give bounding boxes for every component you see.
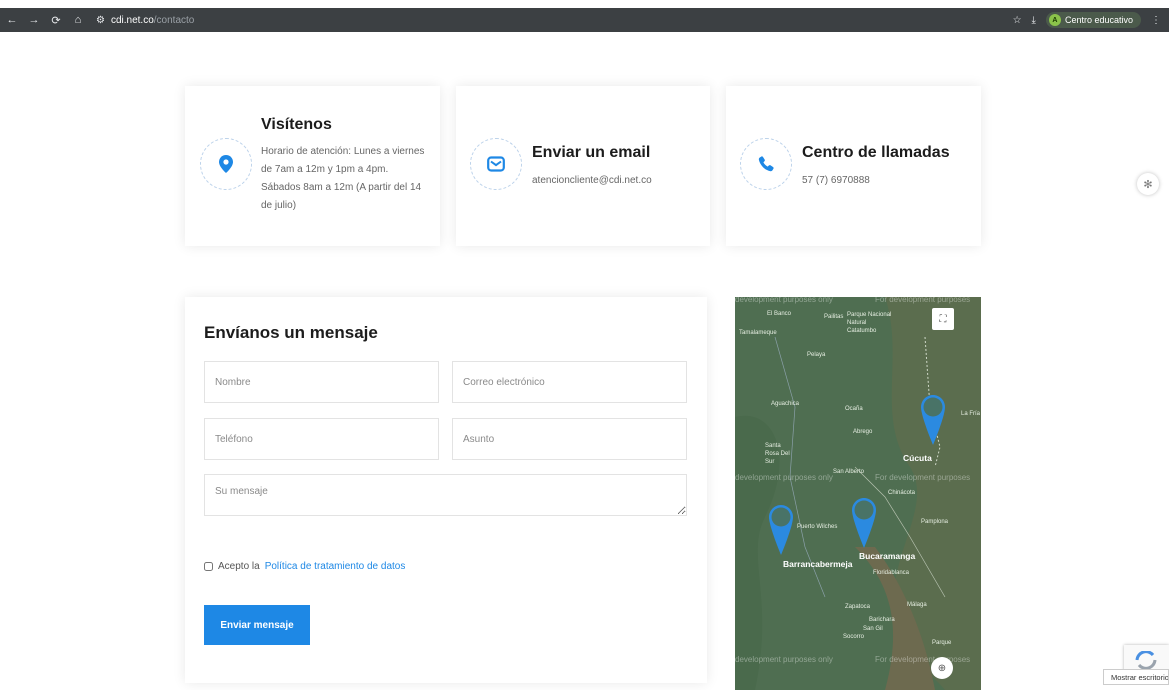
location-pin-icon	[200, 138, 252, 190]
map-label: Aguachica	[771, 401, 800, 407]
visit-hours-line-3: Sábados 8am a 12m (A partir del 14	[261, 182, 422, 193]
map-label: Pamplona	[921, 519, 949, 525]
map-label: Socorro	[843, 634, 865, 640]
map-label: Floridablanca	[873, 570, 910, 576]
map-label: Zapatoca	[845, 604, 871, 610]
avatar: A	[1048, 14, 1061, 26]
map-label: Puerto Wilches	[797, 524, 838, 530]
subject-input[interactable]	[452, 418, 687, 460]
map-watermark-3: development purposes only	[735, 473, 833, 482]
show-desktop-tooltip: Mostrar escritorio	[1103, 669, 1169, 685]
map-pin-bucaramanga[interactable]	[851, 497, 877, 549]
city-label-bucaramanga: Bucaramanga	[859, 551, 916, 561]
map-label: Chinácota	[888, 490, 916, 496]
reload-icon[interactable]: ⟳	[50, 14, 62, 27]
location-button[interactable]: ⊕	[931, 657, 953, 679]
map-label: Pelaya	[807, 352, 826, 358]
fullscreen-icon: ⛶	[939, 313, 947, 325]
visit-hours-line-1: Horario de atención: Lunes a viernes	[261, 146, 425, 157]
map-label: Parque Nacional Natural Catatumbo	[847, 312, 892, 334]
bookmark-star-icon[interactable]: ☆	[1013, 15, 1022, 26]
map-watermark-6: For development purposes	[875, 655, 971, 664]
map-label: La Fría	[961, 411, 981, 417]
map-watermark-2: For development purposes	[875, 297, 971, 304]
accept-policy: Acepto la Política de tratamiento de dat…	[204, 561, 405, 572]
address-bar[interactable]: ⚙ cdi.net.co/contacto	[96, 15, 194, 26]
map-label: Santa Rosa Del Sur	[765, 443, 790, 465]
map-label: Málaga	[907, 602, 927, 608]
back-icon[interactable]: ←	[6, 14, 18, 26]
crosshair-icon: ⊕	[937, 662, 947, 674]
accept-checkbox[interactable]	[204, 562, 213, 571]
message-textarea[interactable]	[204, 474, 687, 516]
fullscreen-button[interactable]: ⛶	[932, 308, 954, 330]
menu-kebab-icon[interactable]: ⋮	[1151, 15, 1161, 26]
map-label: Barichara	[869, 617, 895, 623]
visit-title: Visítenos	[261, 116, 332, 133]
map[interactable]: development purposes only For developmen…	[735, 297, 981, 690]
map-label: Ocaña	[845, 406, 863, 412]
accessibility-button[interactable]: ✻	[1137, 173, 1159, 195]
url-path: /contacto	[153, 14, 195, 26]
form-title: Envíanos un mensaje	[204, 323, 378, 342]
recaptcha-icon	[1135, 651, 1157, 669]
map-label: San Gil	[863, 626, 883, 632]
phone-icon	[740, 138, 792, 190]
profile-name: Centro educativo	[1064, 15, 1133, 25]
url-host: cdi.net.co	[110, 14, 154, 26]
submit-button[interactable]: Enviar mensaje	[204, 605, 310, 645]
accept-text: Acepto la	[218, 561, 260, 572]
visit-card: Visítenos Horario de atención: Lunes a v…	[185, 86, 440, 246]
phone-card: Centro de llamadas 57 (7) 6970888	[726, 86, 981, 246]
map-watermark-1: development purposes only	[735, 297, 833, 304]
phone-number[interactable]: 57 (7) 6970888	[802, 172, 870, 190]
browser-nav: ← → ⟳ ⌂	[0, 14, 84, 27]
asterisk-icon: ✻	[1143, 178, 1153, 191]
email-input[interactable]	[452, 361, 687, 403]
site-settings-icon[interactable]: ⚙	[96, 15, 105, 26]
city-label-cucuta: Cúcuta	[903, 453, 932, 463]
map-label: Parque	[932, 640, 952, 646]
phone-title: Centro de llamadas	[802, 144, 950, 161]
profile-button[interactable]: A Centro educativo	[1045, 12, 1141, 28]
city-label-barrancabermeja: Barrancabermeja	[783, 559, 853, 569]
forward-icon[interactable]: →	[28, 14, 40, 26]
visit-hours-line-4: de julio)	[261, 200, 297, 211]
envelope-icon	[470, 138, 522, 190]
map-label: Pailitas	[824, 314, 844, 320]
email-address[interactable]: atencioncliente@cdi.net.co	[532, 172, 652, 190]
browser-actions: ☆ ⤓ A Centro educativo ⋮	[1013, 12, 1169, 28]
browser-toolbar: ← → ⟳ ⌂ ⚙ cdi.net.co/contacto ☆ ⤓ A Cent…	[0, 8, 1169, 32]
map-label: San Alberto	[833, 469, 865, 475]
email-title: Enviar un email	[532, 144, 651, 161]
map-label: Tamalameque	[739, 330, 777, 336]
map-watermark-5: development purposes only	[735, 655, 833, 664]
visit-hours-line-2: de 7am a 12m y 1pm a 4pm.	[261, 164, 389, 175]
phone-input[interactable]	[204, 418, 439, 460]
map-label: El Banco	[767, 311, 792, 317]
map-pin-barrancabermeja[interactable]	[768, 504, 794, 556]
map-pin-cucuta[interactable]	[920, 394, 946, 446]
name-input[interactable]	[204, 361, 439, 403]
contact-form: Envíanos un mensaje Acepto la Política d…	[185, 297, 707, 683]
email-card: Enviar un email atencioncliente@cdi.net.…	[456, 86, 710, 246]
map-label: Abrego	[853, 429, 873, 435]
map-terrain	[735, 297, 981, 690]
visit-hours: Horario de atención: Lunes a viernes de …	[261, 143, 436, 215]
download-icon[interactable]: ⤓	[1032, 15, 1036, 26]
policy-link[interactable]: Política de tratamiento de datos	[265, 561, 406, 572]
map-watermark-4: For development purposes	[875, 473, 971, 482]
home-icon[interactable]: ⌂	[72, 14, 84, 26]
